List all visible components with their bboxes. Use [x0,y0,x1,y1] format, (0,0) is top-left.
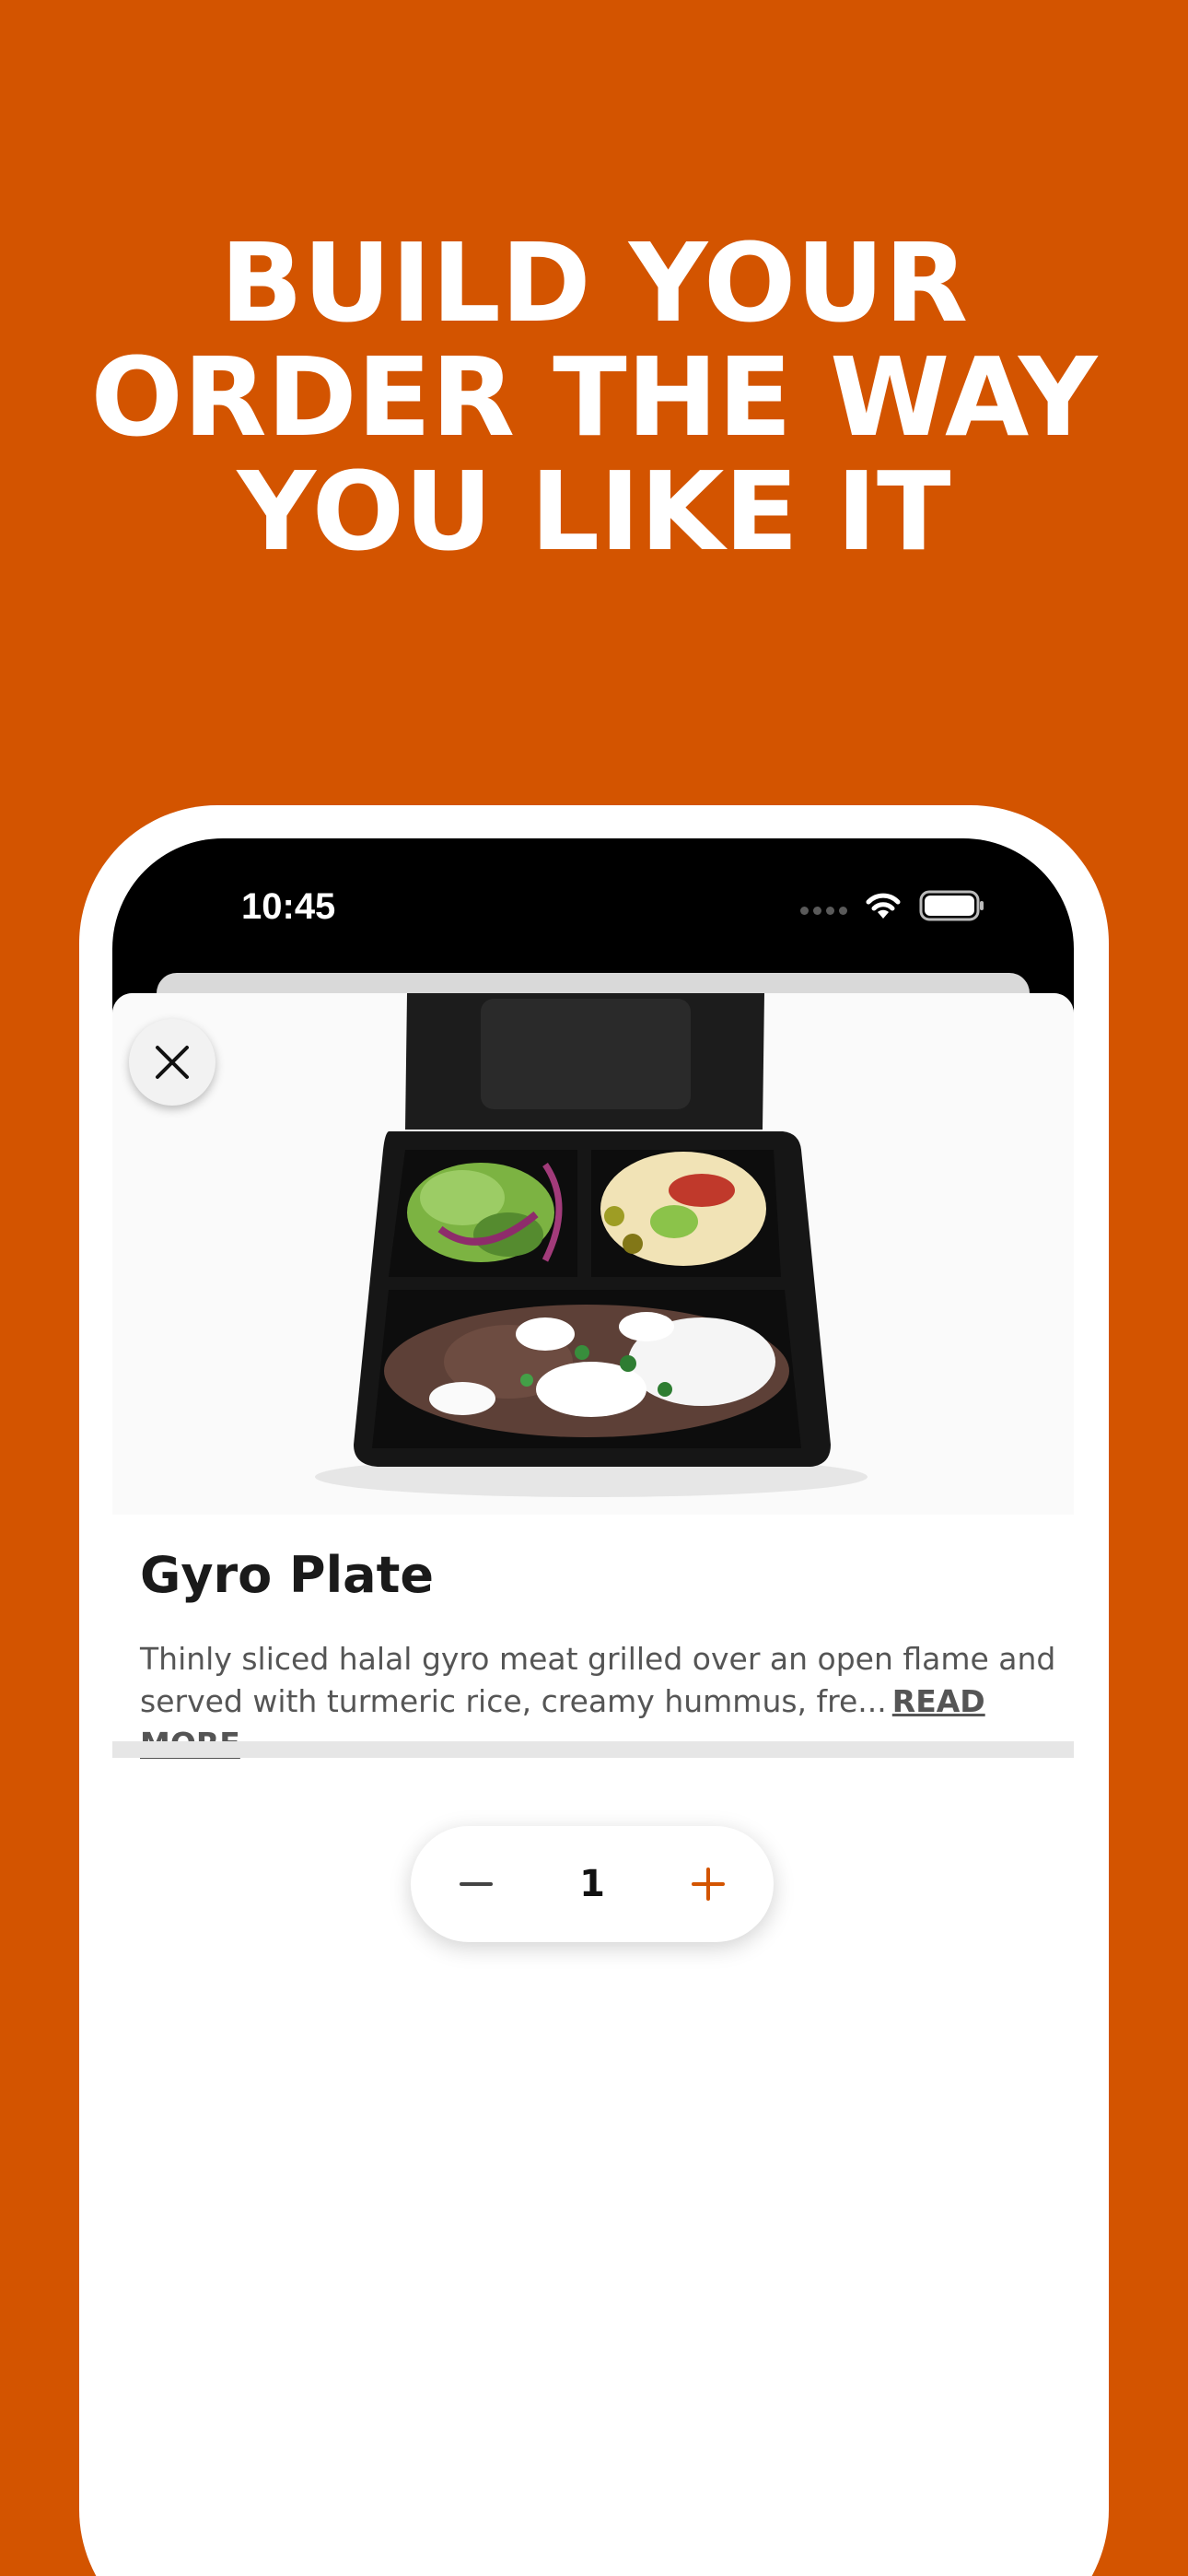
wifi-icon [866,893,901,919]
phone-screen: 10:45 Gyro Plate Thinly sliced halal gyr… [112,838,1074,2576]
status-icons [800,890,985,921]
close-button[interactable] [129,1019,215,1106]
promo-headline: BUILD YOUR ORDER THE WAY YOU LIKE IT [0,226,1188,568]
close-icon [156,1046,189,1079]
item-photo [112,993,1074,1515]
item-detail-sheet: Gyro Plate Thinly sliced halal gyro meat… [112,993,1074,2576]
section-divider [112,1741,1074,1758]
item-title: Gyro Plate [140,1546,435,1604]
headline-line-1: BUILD YOUR [219,219,969,346]
quantity-stepper: 1 [411,1826,774,1942]
headline-line-3: YOU LIKE IT [237,448,951,575]
signal-icon [800,897,847,915]
battery-icon [919,890,984,921]
quantity-value: 1 [579,1863,605,1905]
plus-icon [692,1868,725,1901]
headline-line-2: ORDER THE WAY [90,334,1098,461]
increase-quantity-button[interactable] [674,1850,742,1918]
gyro-plate-image [315,993,868,1497]
minus-icon [460,1882,493,1886]
decrease-quantity-button[interactable] [442,1850,510,1918]
status-time: 10:45 [241,886,336,927]
